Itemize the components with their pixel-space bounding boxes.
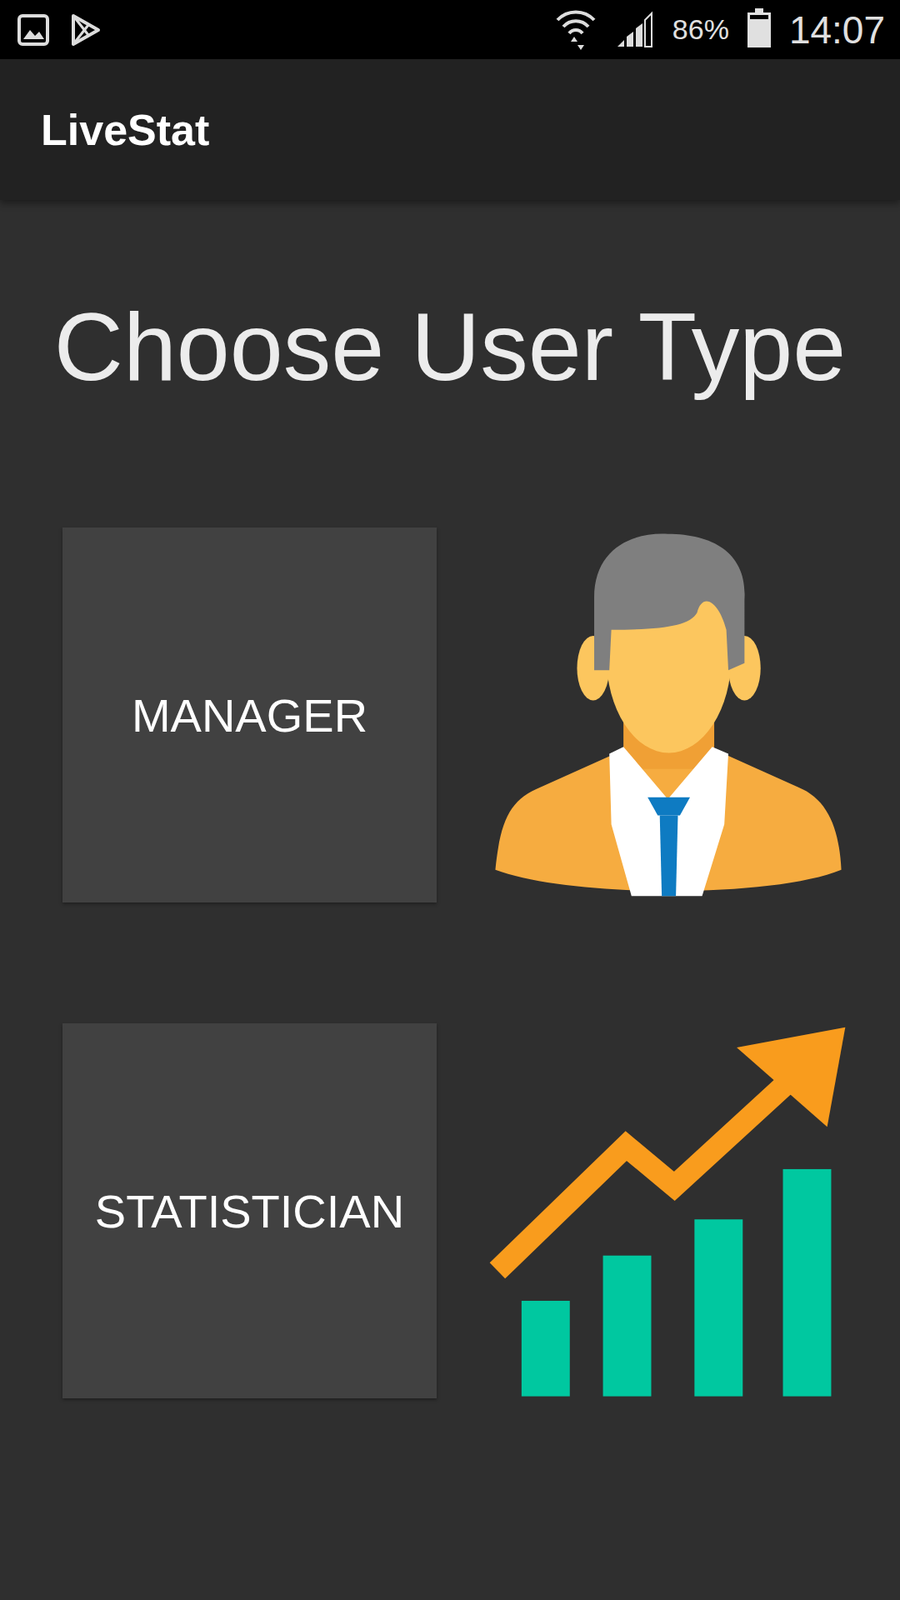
battery-icon — [747, 12, 771, 48]
button-label[interactable]: STATISTICIAN — [95, 1184, 405, 1239]
status-left — [16, 13, 102, 47]
heading: Choose User Type — [0, 288, 900, 405]
status-right: 86% 14:07 — [554, 7, 885, 53]
manager-icon — [493, 531, 844, 899]
icon-area — [436, 1023, 900, 1399]
app-bar: LiveStat — [0, 59, 900, 200]
gallery-icon — [16, 13, 50, 47]
statistician-button[interactable]: STATISTICIAN — [62, 1023, 437, 1399]
manager-button[interactable]: MANAGER — [62, 527, 437, 903]
app-title: LiveStat — [40, 105, 210, 155]
battery-fill — [750, 19, 769, 45]
status-bar: 86% 14:07 — [0, 0, 900, 60]
chart-icon — [488, 1023, 849, 1399]
content: Choose User Type MANAGER STATISTICIAN — [0, 200, 900, 1399]
battery-reading: 86% — [672, 13, 730, 46]
user-type-row: MANAGER — [0, 527, 900, 903]
user-type-list: MANAGER STATISTICIAN — [0, 527, 900, 1399]
user-type-row: STATISTICIAN — [0, 1023, 900, 1399]
signal-icon — [615, 10, 655, 50]
wifi-icon — [554, 8, 598, 52]
play-store-icon — [68, 13, 102, 47]
clock: 14:07 — [789, 7, 885, 53]
icon-area — [436, 531, 900, 899]
button-label[interactable]: MANAGER — [131, 688, 368, 743]
